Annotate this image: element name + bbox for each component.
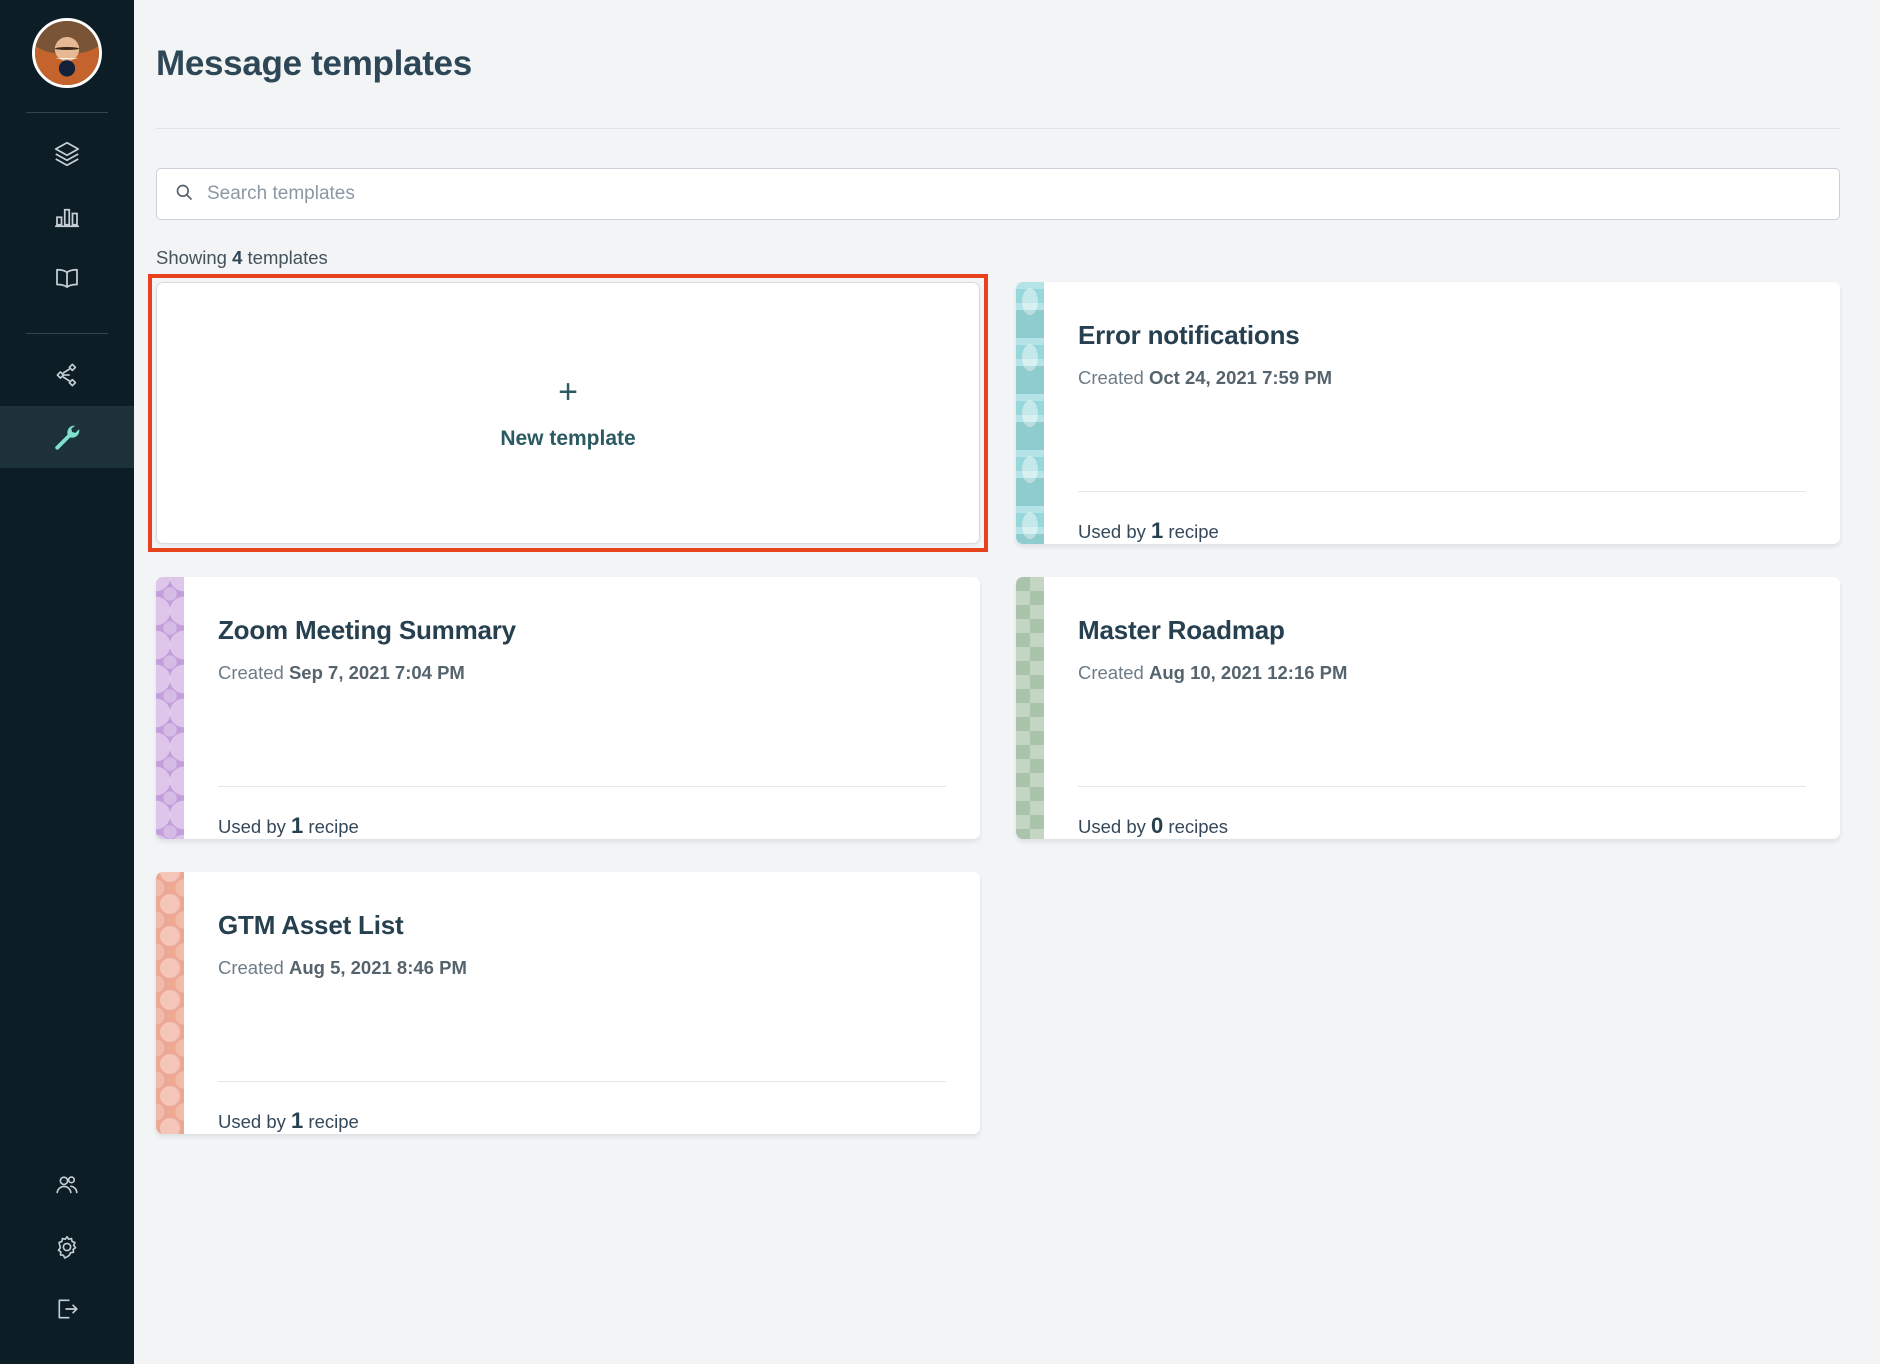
used-unit: recipe xyxy=(1163,521,1219,542)
created-date: Aug 5, 2021 8:46 PM xyxy=(288,957,467,978)
used-count: 1 xyxy=(291,1108,304,1133)
template-created: Created Aug 10, 2021 12:16 PM xyxy=(1078,662,1806,684)
share-nodes-icon xyxy=(52,360,82,390)
template-color-stripe xyxy=(156,872,184,1134)
new-template-card[interactable]: + New template xyxy=(156,282,980,544)
used-label: Used by xyxy=(1078,521,1152,542)
search-input[interactable] xyxy=(207,183,1822,205)
sidebar-divider-top xyxy=(26,112,108,113)
main-content: Message templates Showing 4 templates + … xyxy=(134,0,1880,1364)
created-label: Created xyxy=(218,957,289,978)
created-date: Aug 10, 2021 12:16 PM xyxy=(1148,662,1348,683)
template-card[interactable]: Error notifications Created Oct 24, 2021… xyxy=(1016,282,1840,544)
sidebar-item-team[interactable] xyxy=(0,1154,134,1216)
layers-icon xyxy=(52,139,82,169)
sidebar-item-layers[interactable] xyxy=(0,123,134,185)
plus-icon: + xyxy=(558,373,578,411)
created-date: Sep 7, 2021 7:04 PM xyxy=(288,662,465,683)
used-count: 1 xyxy=(1151,518,1164,543)
sidebar-item-library[interactable] xyxy=(0,247,134,309)
created-label: Created xyxy=(1078,367,1149,388)
template-color-stripe xyxy=(156,577,184,839)
sidebar-item-connections[interactable] xyxy=(0,344,134,406)
new-template-label: New template xyxy=(500,427,636,450)
used-count: 1 xyxy=(291,813,304,838)
used-unit: recipe xyxy=(303,1111,359,1132)
template-color-stripe xyxy=(1016,282,1044,544)
sidebar-item-logout[interactable] xyxy=(0,1278,134,1340)
created-date: Oct 24, 2021 7:59 PM xyxy=(1148,367,1333,388)
template-created: Created Oct 24, 2021 7:59 PM xyxy=(1078,367,1806,389)
used-unit: recipe xyxy=(303,816,359,837)
avatar-image xyxy=(35,21,99,85)
new-template-slot: + New template xyxy=(148,274,988,552)
search-icon xyxy=(174,182,194,207)
used-label: Used by xyxy=(1078,816,1152,837)
sidebar-item-analytics[interactable] xyxy=(0,185,134,247)
template-slot: GTM Asset List Created Aug 5, 2021 8:46 … xyxy=(156,872,980,1134)
created-label: Created xyxy=(1078,662,1149,683)
gear-icon xyxy=(53,1233,81,1261)
title-divider xyxy=(156,128,1840,129)
template-color-stripe xyxy=(1016,577,1044,839)
template-title: GTM Asset List xyxy=(218,910,404,940)
created-label: Created xyxy=(218,662,289,683)
showing-suffix: templates xyxy=(242,247,328,268)
template-usage: Used by 1 recipe xyxy=(218,787,946,839)
sidebar-item-settings[interactable] xyxy=(0,1216,134,1278)
template-slot: Zoom Meeting Summary Created Sep 7, 2021… xyxy=(156,577,980,839)
template-spacer xyxy=(1078,389,1806,491)
showing-prefix: Showing xyxy=(156,247,233,268)
used-unit: recipes xyxy=(1163,816,1229,837)
sidebar-bottom-group xyxy=(0,1154,134,1364)
template-title: Error notifications xyxy=(1078,320,1300,350)
sidebar-divider-mid xyxy=(26,333,108,334)
showing-count: 4 xyxy=(232,247,243,268)
template-card[interactable]: Zoom Meeting Summary Created Sep 7, 2021… xyxy=(156,577,980,839)
template-slot: Error notifications Created Oct 24, 2021… xyxy=(1016,282,1840,544)
template-spacer xyxy=(1078,684,1806,786)
template-card-body: Master Roadmap Created Aug 10, 2021 12:1… xyxy=(1044,577,1840,839)
used-label: Used by xyxy=(218,1111,292,1132)
template-card[interactable]: Master Roadmap Created Aug 10, 2021 12:1… xyxy=(1016,577,1840,839)
page-title: Message templates xyxy=(156,44,472,83)
sidebar-item-tools[interactable] xyxy=(0,406,134,468)
template-created: Created Aug 5, 2021 8:46 PM xyxy=(218,957,946,979)
template-slot: Master Roadmap Created Aug 10, 2021 12:1… xyxy=(1016,577,1840,839)
template-usage: Used by 1 recipe xyxy=(1078,492,1806,544)
template-title: Master Roadmap xyxy=(1078,615,1285,645)
wrench-icon xyxy=(52,422,82,452)
template-usage: Used by 0 recipes xyxy=(1078,787,1806,839)
search-bar[interactable] xyxy=(156,168,1840,220)
bar-chart-icon xyxy=(52,201,82,231)
template-usage: Used by 1 recipe xyxy=(218,1082,946,1134)
template-grid: + New template Error notifications Creat… xyxy=(148,274,1840,1134)
template-card-body: Zoom Meeting Summary Created Sep 7, 2021… xyxy=(184,577,980,839)
sidebar xyxy=(0,0,134,1364)
used-count: 0 xyxy=(1151,813,1164,838)
template-title: Zoom Meeting Summary xyxy=(218,615,516,645)
used-label: Used by xyxy=(218,816,292,837)
template-card-body: GTM Asset List Created Aug 5, 2021 8:46 … xyxy=(184,872,980,1134)
logout-icon xyxy=(53,1295,81,1323)
avatar[interactable] xyxy=(32,18,102,88)
template-card[interactable]: GTM Asset List Created Aug 5, 2021 8:46 … xyxy=(156,872,980,1134)
template-card-body: Error notifications Created Oct 24, 2021… xyxy=(1044,282,1840,544)
results-count: Showing 4 templates xyxy=(156,247,1840,269)
book-icon xyxy=(52,263,82,293)
users-icon xyxy=(53,1171,81,1199)
template-spacer xyxy=(218,979,946,1081)
template-spacer xyxy=(218,684,946,786)
template-created: Created Sep 7, 2021 7:04 PM xyxy=(218,662,946,684)
